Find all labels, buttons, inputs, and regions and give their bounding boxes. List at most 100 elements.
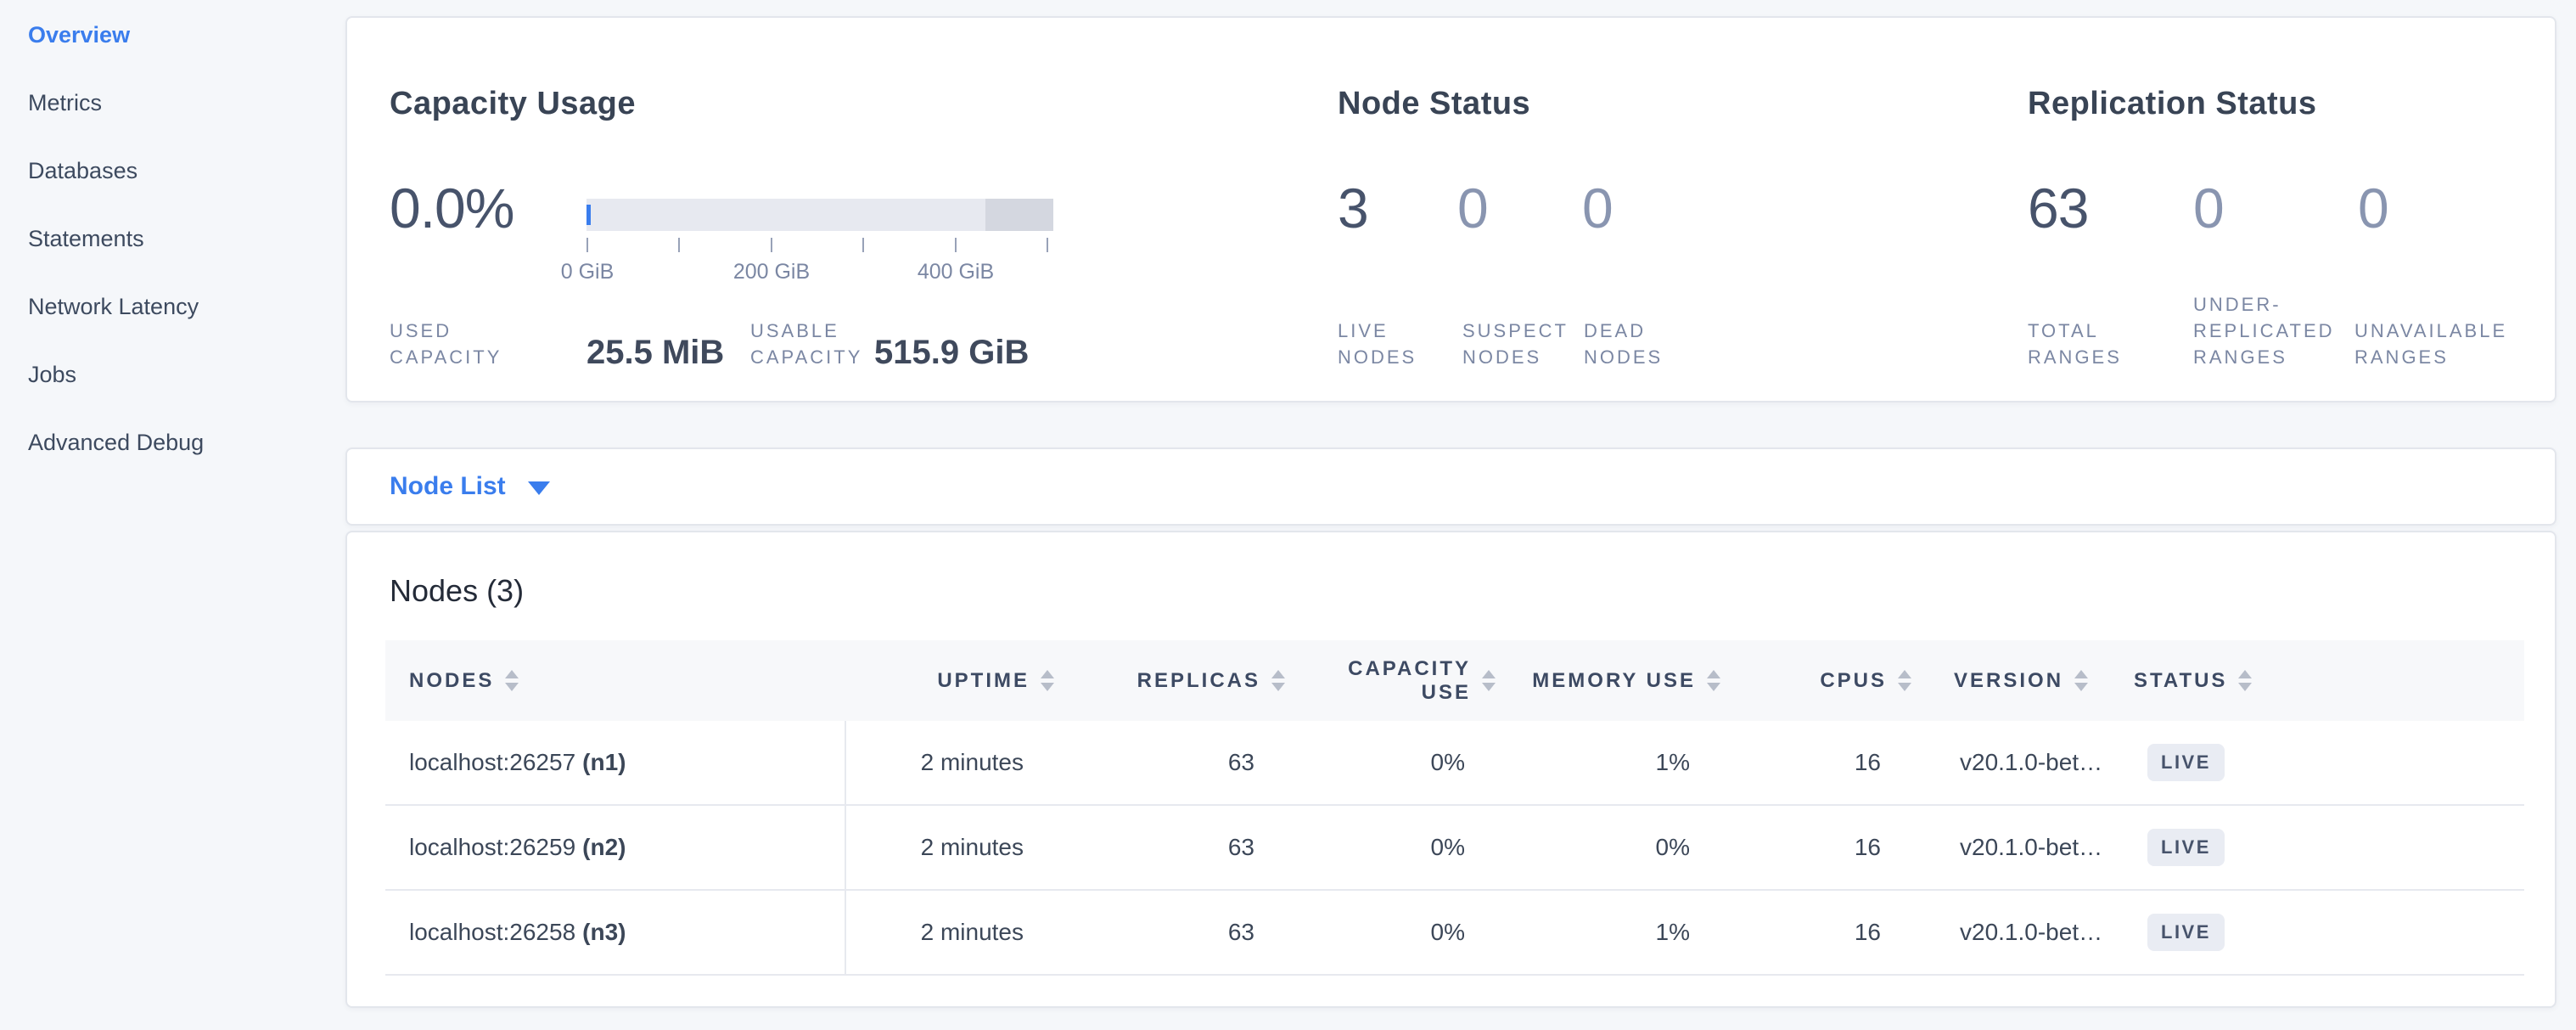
axis-label-0gib: 0 GiB — [519, 260, 655, 284]
capacity-use-cell: 0% — [1285, 721, 1496, 804]
sidebar-item-jobs[interactable]: Jobs — [0, 341, 340, 408]
column-header-label: MEMORY USE — [1532, 669, 1696, 693]
column-header-replicas[interactable]: REPLICAS — [1054, 640, 1285, 721]
sort-icon[interactable] — [2074, 670, 2088, 691]
capacity-usage-title: Capacity Usage — [390, 86, 636, 122]
under-replicated-ranges-count: 0 — [2193, 176, 2224, 240]
suspect-nodes-label: SUSPECT NODES — [1462, 318, 1581, 370]
replication-status-panel: Replication Status 63 0 0 TOTAL RANGES U… — [2028, 18, 2537, 401]
sidebar-item-advanced-debug[interactable]: Advanced Debug — [0, 408, 340, 476]
nodes-heading: Nodes (3) — [390, 573, 524, 609]
status-cell: LIVE — [2124, 721, 2524, 804]
column-header-label: REPLICAS — [1137, 669, 1260, 693]
node-address-cell[interactable]: localhost:26258 (n3) — [385, 891, 845, 974]
sort-icon[interactable] — [1271, 670, 1285, 691]
sort-icon[interactable] — [1482, 670, 1496, 691]
sidebar-item-databases[interactable]: Databases — [0, 137, 340, 205]
node-name: (n2) — [582, 834, 626, 861]
node-address: localhost:26257 — [409, 749, 575, 776]
node-name: (n3) — [582, 919, 626, 946]
capacity-bar-chart — [586, 199, 1053, 231]
status-badge: LIVE — [2147, 914, 2225, 951]
node-status-title: Node Status — [1338, 86, 1530, 122]
sort-icon[interactable] — [1707, 670, 1720, 691]
sort-icon[interactable] — [2238, 670, 2252, 691]
replication-status-title: Replication Status — [2028, 86, 2317, 122]
uptime-cell: 2 minutes — [845, 806, 1054, 889]
sort-icon[interactable] — [505, 670, 519, 691]
capacity-use-cell: 0% — [1285, 806, 1496, 889]
version-cell: v20.1.0-bet… — [1911, 891, 2124, 974]
column-header-capacity-use[interactable]: CAPACITY USE — [1285, 640, 1496, 721]
capacity-bar-axis: 0 GiB 200 GiB 400 GiB — [586, 238, 1053, 289]
column-header-cpus[interactable]: CPUS — [1720, 640, 1911, 721]
chevron-down-icon[interactable] — [528, 481, 550, 495]
replicas-cell: 63 — [1054, 806, 1285, 889]
suspect-nodes-count: 0 — [1457, 176, 1488, 240]
uptime-cell: 2 minutes — [845, 721, 1054, 804]
capacity-usage-panel: Capacity Usage 0.0% 0 GiB 200 GiB 400 Gi… — [390, 18, 1323, 401]
live-nodes-count: 3 — [1338, 176, 1368, 240]
column-header-label: UPTIME — [937, 669, 1030, 693]
column-header-label: NODES — [409, 669, 494, 693]
column-header-version[interactable]: VERSION — [1911, 640, 2124, 721]
live-nodes-label: LIVE NODES — [1338, 318, 1423, 370]
nodes-table: NODES UPTIME REPLICAS CAPACITY USE MEMOR… — [385, 640, 2524, 976]
axis-label-200gib: 200 GiB — [704, 260, 839, 284]
axis-tick — [771, 238, 772, 252]
replicas-cell: 63 — [1054, 891, 1285, 974]
sidebar-item-overview[interactable]: Overview — [0, 1, 340, 69]
capacity-bar-usable-segment — [586, 199, 985, 231]
used-capacity-value: 25.5 MiB — [586, 334, 724, 372]
axis-tick — [1047, 238, 1048, 252]
replicas-cell: 63 — [1054, 721, 1285, 804]
column-header-label: CPUS — [1820, 669, 1887, 693]
column-header-nodes[interactable]: NODES — [385, 640, 845, 721]
node-name: (n1) — [582, 749, 626, 776]
cpus-cell: 16 — [1720, 806, 1911, 889]
usable-capacity-label: USABLE CAPACITY — [750, 318, 886, 370]
node-address: localhost:26259 — [409, 834, 575, 861]
node-status-panel: Node Status 3 0 0 LIVE NODES SUSPECT NOD… — [1338, 18, 2017, 401]
status-badge: LIVE — [2147, 829, 2225, 866]
dead-nodes-label: DEAD NODES — [1584, 318, 1677, 370]
cpus-cell: 16 — [1720, 721, 1911, 804]
sidebar: Overview Metrics Databases Statements Ne… — [0, 0, 340, 1030]
axis-tick — [678, 238, 680, 252]
column-header-uptime[interactable]: UPTIME — [845, 640, 1054, 721]
used-capacity-label: USED CAPACITY — [390, 318, 525, 370]
view-selector-card: Node List — [345, 447, 2556, 526]
node-list-dropdown[interactable]: Node List — [390, 472, 506, 501]
sidebar-item-network-latency[interactable]: Network Latency — [0, 273, 340, 341]
capacity-use-cell: 0% — [1285, 891, 1496, 974]
column-header-label: VERSION — [1954, 669, 2063, 693]
memory-use-cell: 1% — [1496, 891, 1720, 974]
sidebar-item-statements[interactable]: Statements — [0, 205, 340, 273]
sort-icon[interactable] — [1898, 670, 1911, 691]
capacity-bar-used-indicator — [586, 205, 591, 225]
total-ranges-label: TOTAL RANGES — [2028, 318, 2121, 370]
axis-label-400gib: 400 GiB — [888, 260, 1024, 284]
axis-tick — [955, 238, 957, 252]
total-ranges-count: 63 — [2028, 176, 2088, 240]
memory-use-cell: 0% — [1496, 806, 1720, 889]
table-row[interactable]: localhost:26257 (n1) 2 minutes 63 0% 1% … — [385, 721, 2524, 806]
node-address-cell[interactable]: localhost:26259 (n2) — [385, 806, 845, 889]
sidebar-item-metrics[interactable]: Metrics — [0, 69, 340, 137]
column-header-status[interactable]: STATUS — [2124, 640, 2524, 721]
memory-use-cell: 1% — [1496, 721, 1720, 804]
nodes-table-header: NODES UPTIME REPLICAS CAPACITY USE MEMOR… — [385, 640, 2524, 721]
capacity-bar-other-segment — [985, 199, 1053, 231]
nodes-table-card: Nodes (3) NODES UPTIME REPLICAS CAPACITY… — [345, 531, 2556, 1008]
usable-capacity-value: 515.9 GiB — [874, 334, 1029, 372]
node-address-cell[interactable]: localhost:26257 (n1) — [385, 721, 845, 804]
version-cell: v20.1.0-bet… — [1911, 721, 2124, 804]
version-cell: v20.1.0-bet… — [1911, 806, 2124, 889]
sort-icon[interactable] — [1041, 670, 1054, 691]
column-header-memory-use[interactable]: MEMORY USE — [1496, 640, 1720, 721]
uptime-cell: 2 minutes — [845, 891, 1054, 974]
table-row[interactable]: localhost:26259 (n2) 2 minutes 63 0% 0% … — [385, 806, 2524, 891]
column-header-label: CAPACITY USE — [1344, 657, 1471, 705]
unavailable-ranges-label: UNAVAILABLE RANGES — [2354, 318, 2537, 370]
table-row[interactable]: localhost:26258 (n3) 2 minutes 63 0% 1% … — [385, 891, 2524, 976]
